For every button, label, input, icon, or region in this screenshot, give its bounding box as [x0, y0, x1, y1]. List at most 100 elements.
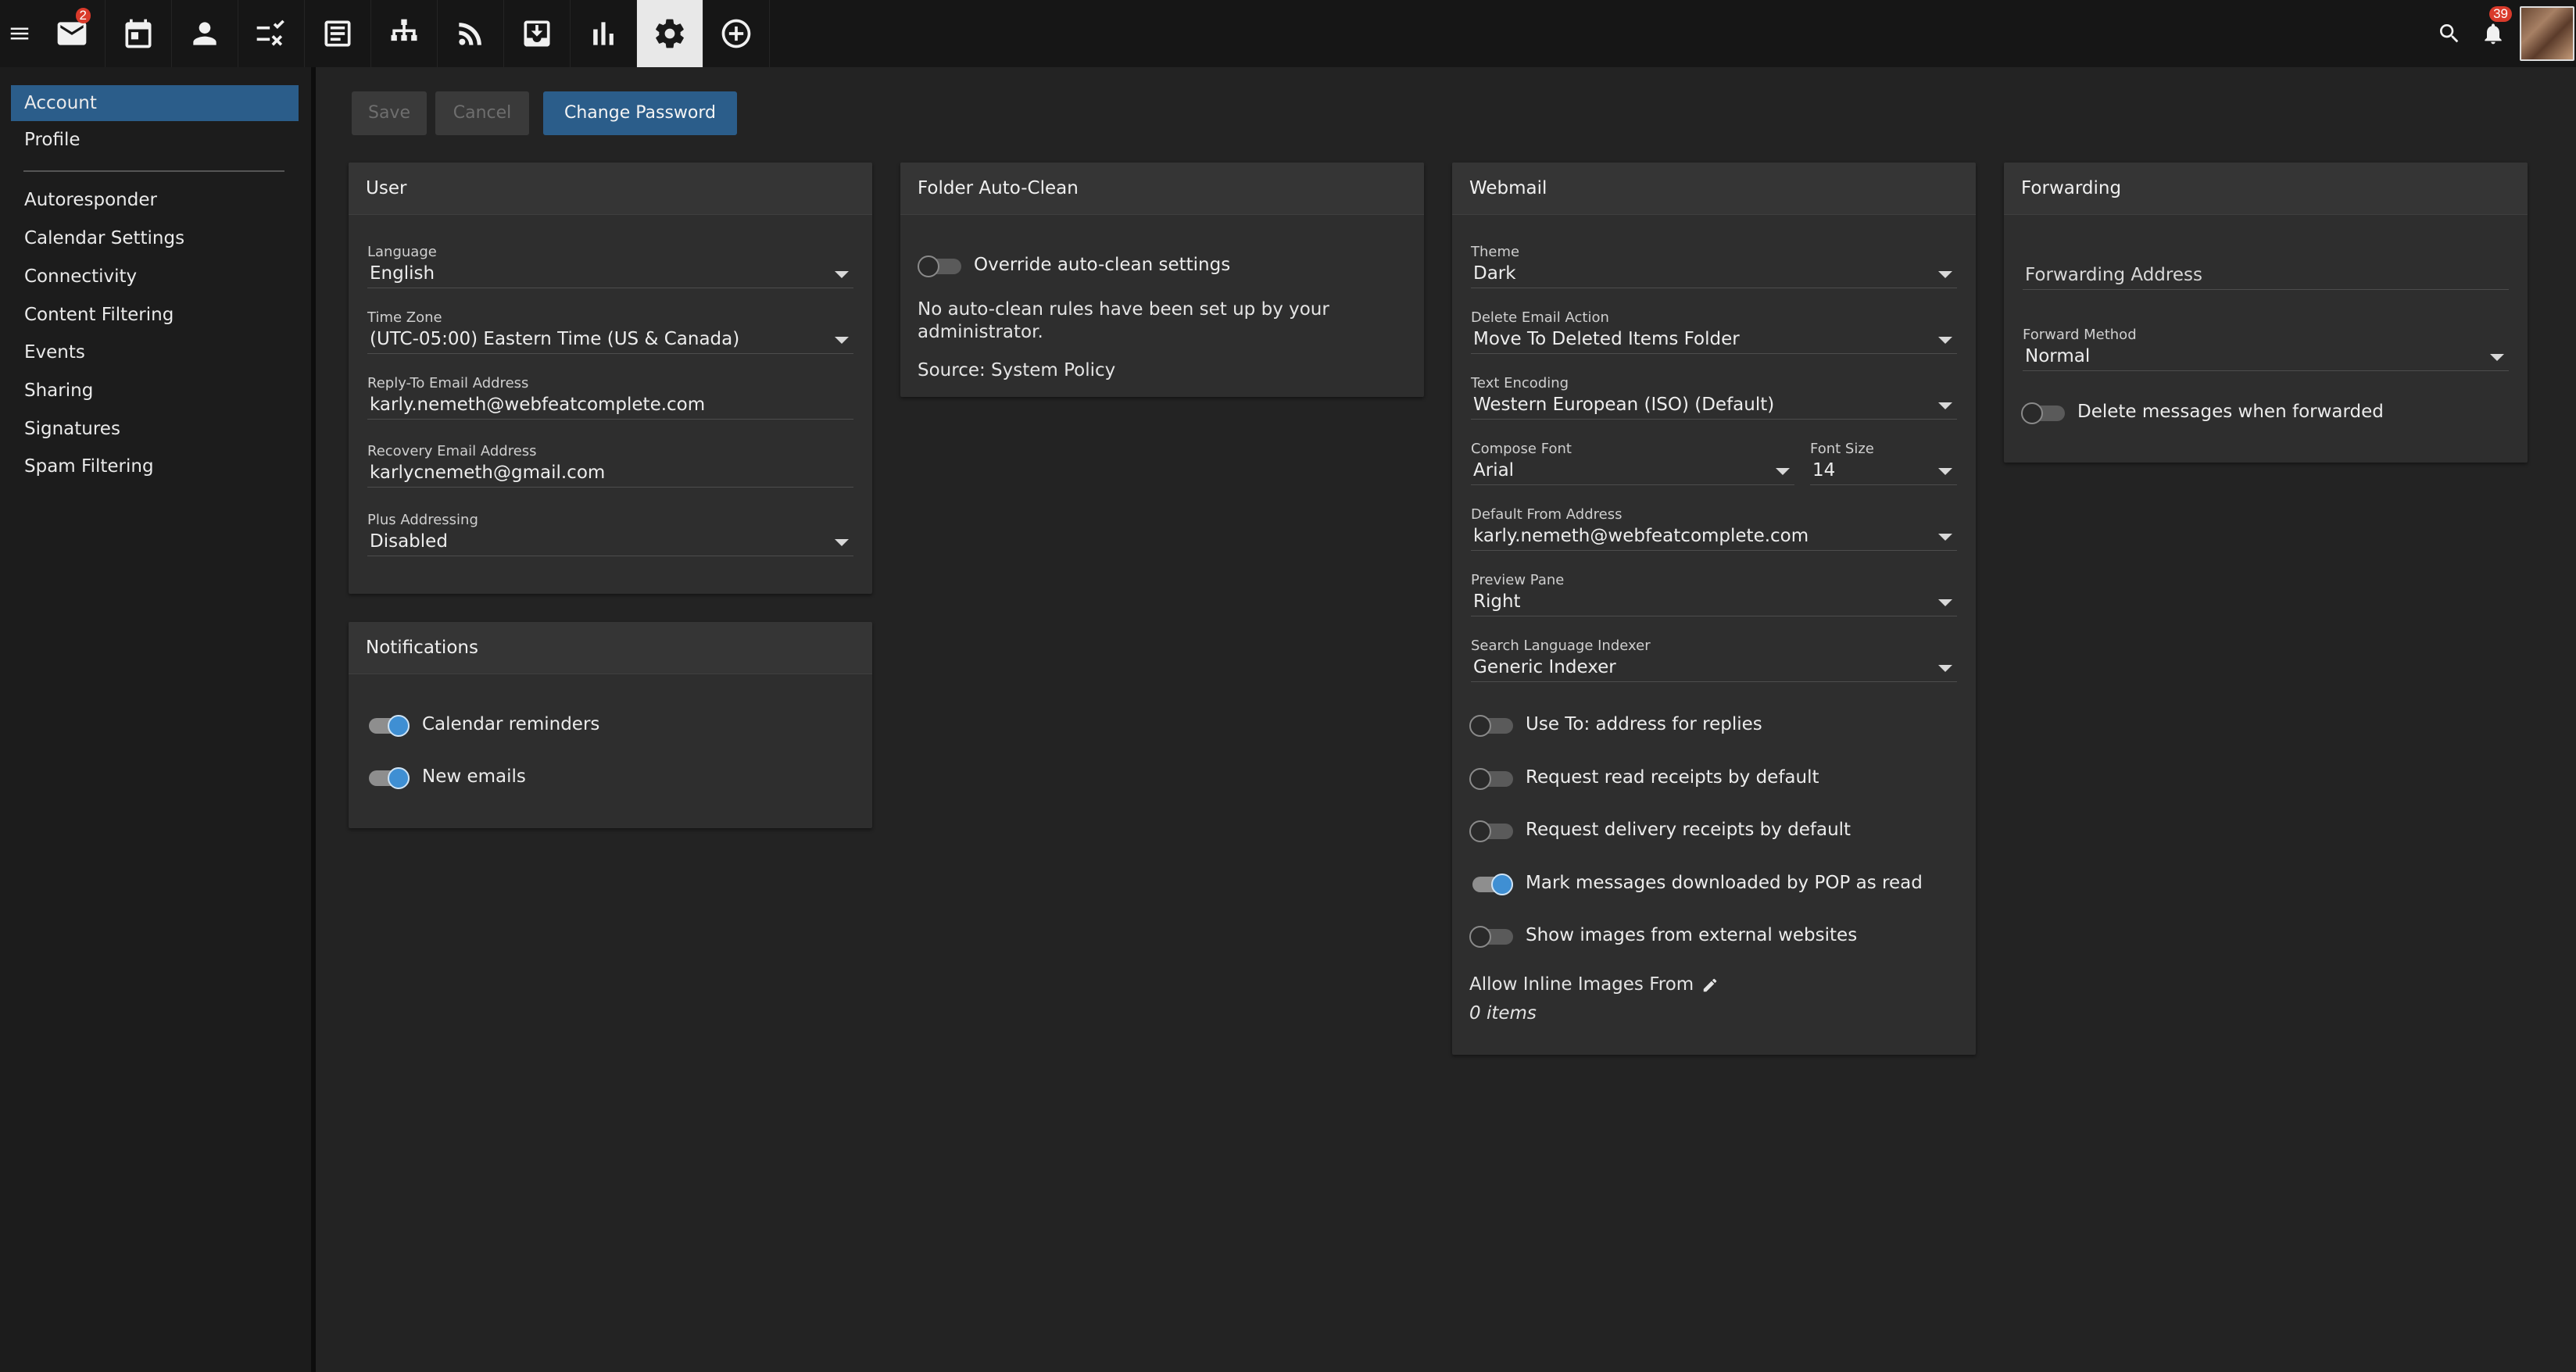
- calendar-app-button[interactable]: [106, 0, 172, 67]
- calendar-icon: [125, 19, 152, 48]
- sidebar-item-signatures[interactable]: Signatures: [11, 411, 299, 447]
- show-external-images-row[interactable]: Show images from external websites: [1469, 920, 1857, 951]
- forwarding-card: Forwarding Forwarding Address Forward Me…: [2004, 163, 2528, 463]
- archive-app-button[interactable]: [504, 0, 571, 67]
- dropdown-caret-icon: [1938, 665, 1952, 672]
- theme-select[interactable]: Theme Dark: [1471, 244, 1957, 288]
- add-app-button[interactable]: [703, 0, 770, 67]
- mail-app-button[interactable]: 2: [39, 0, 106, 67]
- read-receipts-row[interactable]: Request read receipts by default: [1469, 762, 1819, 793]
- delivery-receipts-toggle[interactable]: [1469, 814, 1515, 845]
- search-button[interactable]: [2428, 0, 2471, 67]
- change-password-button[interactable]: Change Password: [543, 91, 737, 135]
- show-external-images-toggle[interactable]: [1469, 920, 1515, 951]
- text-encoding-value: Western European (ISO) (Default): [1473, 395, 1775, 415]
- new-emails-row[interactable]: New emails: [366, 761, 526, 792]
- language-select[interactable]: Language English: [367, 244, 853, 288]
- rss-app-button[interactable]: [438, 0, 504, 67]
- inline-images-count: 0 items: [1469, 1003, 1537, 1024]
- auto-clean-card-title: Folder Auto-Clean: [900, 163, 1424, 215]
- preview-pane-select[interactable]: Preview Pane Right: [1471, 572, 1957, 616]
- search-indexer-select[interactable]: Search Language Indexer Generic Indexer: [1471, 638, 1957, 682]
- use-to-address-toggle[interactable]: [1469, 709, 1515, 740]
- timezone-value: (UTC-05:00) Eastern Time (US & Canada): [370, 329, 740, 349]
- folder-auto-clean-card: Folder Auto-Clean Override auto-clean se…: [900, 163, 1424, 397]
- read-receipts-toggle[interactable]: [1469, 762, 1515, 793]
- forwarding-address-field[interactable]: Forwarding Address: [2023, 263, 2509, 290]
- sidebar-item-events[interactable]: Events: [11, 334, 299, 370]
- sidebar-item-connectivity[interactable]: Connectivity: [11, 259, 299, 295]
- dropdown-caret-icon: [1776, 468, 1790, 475]
- dropdown-caret-icon: [1938, 271, 1952, 278]
- tasks-app-button[interactable]: [238, 0, 305, 67]
- new-emails-toggle[interactable]: [366, 761, 411, 792]
- delete-forwarded-label: Delete messages when forwarded: [2077, 402, 2384, 422]
- mark-pop-read-toggle[interactable]: [1469, 867, 1515, 899]
- text-encoding-select[interactable]: Text Encoding Western European (ISO) (De…: [1471, 375, 1957, 420]
- font-size-select[interactable]: Font Size 14: [1810, 441, 1957, 485]
- delivery-receipts-row[interactable]: Request delivery receipts by default: [1469, 814, 1851, 845]
- search-indexer-value: Generic Indexer: [1473, 657, 1616, 677]
- dropdown-caret-icon: [1938, 534, 1952, 541]
- notifications-badge: 39: [2489, 6, 2512, 22]
- sidebar-divider: [23, 170, 284, 172]
- delete-action-value: Move To Deleted Items Folder: [1473, 329, 1740, 349]
- notifications-card-title: Notifications: [349, 622, 872, 674]
- menu-icon[interactable]: [0, 0, 39, 67]
- delete-forwarded-toggle[interactable]: [2021, 396, 2066, 427]
- default-from-value: karly.nemeth@webfeatcomplete.com: [1473, 526, 1809, 546]
- mark-pop-read-row[interactable]: Mark messages downloaded by POP as read: [1469, 867, 1923, 899]
- plus-addressing-label: Plus Addressing: [367, 512, 478, 528]
- preview-pane-label: Preview Pane: [1471, 572, 1565, 588]
- search-indexer-label: Search Language Indexer: [1471, 638, 1651, 654]
- recovery-email-value: karlycnemeth@gmail.com: [370, 463, 606, 483]
- delete-action-select[interactable]: Delete Email Action Move To Deleted Item…: [1471, 309, 1957, 354]
- avatar[interactable]: [2520, 6, 2574, 61]
- forwarding-address-placeholder: Forwarding Address: [2025, 265, 2202, 285]
- notifications-button[interactable]: 39: [2471, 0, 2515, 67]
- forward-method-label: Forward Method: [2023, 327, 2137, 343]
- compose-font-select[interactable]: Compose Font Arial: [1471, 441, 1794, 485]
- override-auto-clean-toggle[interactable]: [918, 249, 963, 280]
- tasks-icon: [256, 20, 284, 46]
- reply-to-value: karly.nemeth@webfeatcomplete.com: [370, 395, 706, 415]
- rss-icon: [459, 23, 481, 45]
- sidebar-item-content-filtering[interactable]: Content Filtering: [11, 297, 299, 333]
- show-external-images-label: Show images from external websites: [1526, 925, 1858, 945]
- person-icon: [193, 22, 216, 45]
- timezone-select[interactable]: Time Zone (UTC-05:00) Eastern Time (US &…: [367, 309, 853, 354]
- override-auto-clean-row[interactable]: Override auto-clean settings: [918, 249, 1230, 280]
- sidebar-item-calendar-settings[interactable]: Calendar Settings: [11, 220, 299, 256]
- plus-addressing-select[interactable]: Plus Addressing Disabled: [367, 512, 853, 556]
- webmail-card: Webmail Theme Dark Delete Email Action M…: [1452, 163, 1976, 1055]
- edit-pencil-icon[interactable]: [1701, 977, 1719, 994]
- delete-forwarded-row[interactable]: Delete messages when forwarded: [2021, 396, 2384, 427]
- contacts-app-button[interactable]: [172, 0, 238, 67]
- sidebar-item-account[interactable]: Account: [11, 85, 299, 121]
- reports-app-button[interactable]: [571, 0, 637, 67]
- search-icon: [2440, 24, 2459, 43]
- recovery-email-field[interactable]: Recovery Email Address karlycnemeth@gmai…: [367, 443, 853, 488]
- reply-to-field[interactable]: Reply-To Email Address karly.nemeth@webf…: [367, 375, 853, 420]
- sitemap-icon: [391, 19, 417, 41]
- sidebar-item-profile[interactable]: Profile: [11, 122, 299, 158]
- dropdown-caret-icon: [835, 271, 849, 278]
- font-size-value: 14: [1812, 460, 1836, 481]
- sidebar-item-sharing[interactable]: Sharing: [11, 373, 299, 409]
- forward-method-select[interactable]: Forward Method Normal: [2023, 327, 2509, 371]
- save-button[interactable]: Save: [352, 91, 427, 135]
- settings-app-button[interactable]: [637, 0, 703, 67]
- inline-images-row: Allow Inline Images From: [1469, 974, 1959, 996]
- notes-app-button[interactable]: [305, 0, 371, 67]
- use-to-address-row[interactable]: Use To: address for replies: [1469, 709, 1762, 740]
- delete-action-label: Delete Email Action: [1471, 309, 1609, 326]
- sidebar-item-spam-filtering[interactable]: Spam Filtering: [11, 448, 299, 484]
- default-from-select[interactable]: Default From Address karly.nemeth@webfea…: [1471, 506, 1957, 551]
- calendar-reminders-row[interactable]: Calendar reminders: [366, 709, 599, 740]
- sidebar-item-autoresponder[interactable]: Autoresponder: [11, 182, 299, 218]
- sitemap-app-button[interactable]: [371, 0, 438, 67]
- plus-addressing-value: Disabled: [370, 531, 448, 552]
- cancel-button[interactable]: Cancel: [435, 91, 529, 135]
- calendar-reminders-toggle[interactable]: [366, 709, 411, 740]
- forward-method-value: Normal: [2025, 346, 2091, 366]
